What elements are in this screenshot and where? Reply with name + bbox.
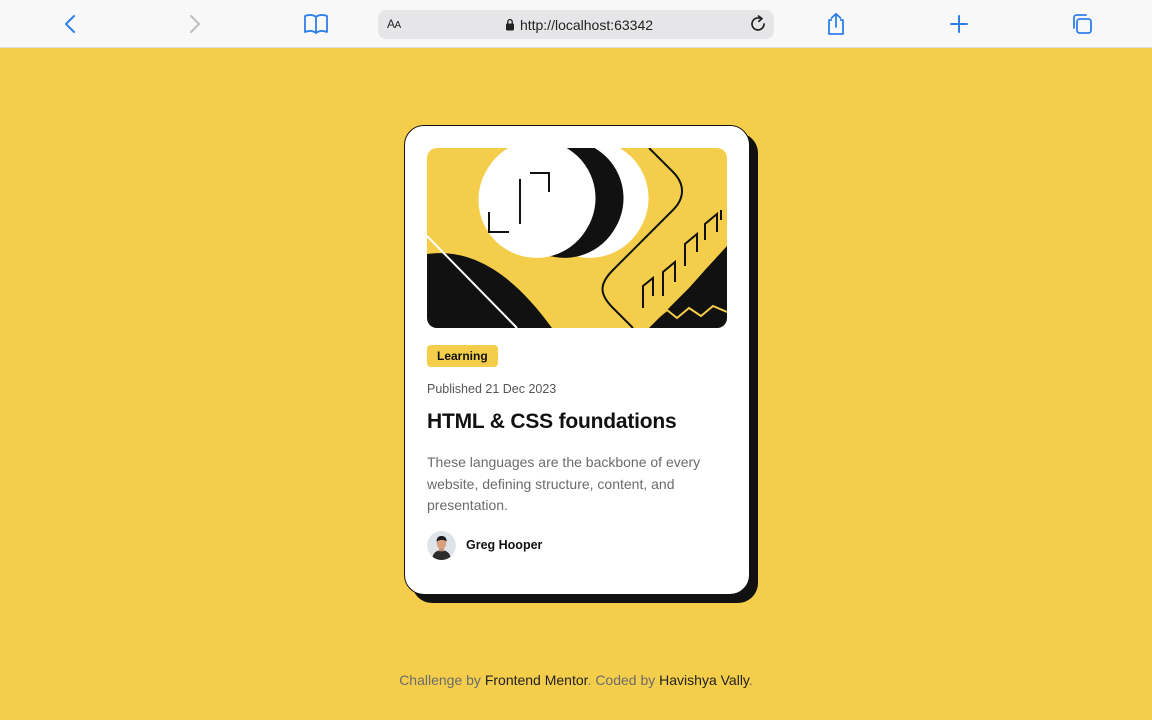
forward-icon [190, 15, 200, 33]
reload-icon [751, 15, 765, 31]
tabs-overview-button[interactable] [1068, 10, 1096, 38]
attribution: Challenge by Frontend Mentor. Coded by H… [0, 672, 1152, 688]
article-illustration [427, 148, 727, 328]
new-tab-button[interactable] [945, 10, 973, 38]
avatar [427, 530, 456, 560]
bookmarks-button[interactable] [302, 10, 330, 38]
author-name: Greg Hooper [466, 538, 543, 552]
address-bar[interactable]: AA http://localhost:63342 [378, 10, 774, 39]
published-date: Published 21 Dec 2023 [427, 382, 557, 396]
new-tab-icon [950, 15, 968, 33]
browser-toolbar: AA http://localhost:63342 [0, 0, 1152, 48]
lock-icon [505, 18, 514, 31]
url-text: http://localhost:63342 [519, 16, 654, 33]
attribution-suffix: . [748, 672, 753, 688]
share-button[interactable] [822, 10, 850, 38]
attribution-middle: . Coded by [587, 672, 660, 688]
back-icon [65, 15, 75, 33]
url-display[interactable]: http://localhost:63342 [378, 10, 774, 39]
back-button[interactable] [57, 10, 85, 38]
reload-button[interactable] [748, 14, 768, 39]
author-link[interactable]: Havishya Vally [659, 672, 749, 688]
frontend-mentor-link[interactable]: Frontend Mentor [485, 672, 588, 688]
tabs-icon [1073, 14, 1092, 34]
bookmarks-icon [304, 14, 328, 34]
article-title[interactable]: HTML & CSS foundations [427, 410, 727, 434]
share-icon [828, 12, 844, 35]
blog-preview-card: Learning Published 21 Dec 2023 HTML & CS… [404, 125, 750, 595]
attribution-prefix: Challenge by [399, 672, 485, 688]
category-tag: Learning [427, 345, 498, 367]
author: Greg Hooper [427, 530, 727, 560]
article-description: These languages are the backbone of ever… [427, 454, 701, 513]
forward-button[interactable] [180, 10, 208, 38]
